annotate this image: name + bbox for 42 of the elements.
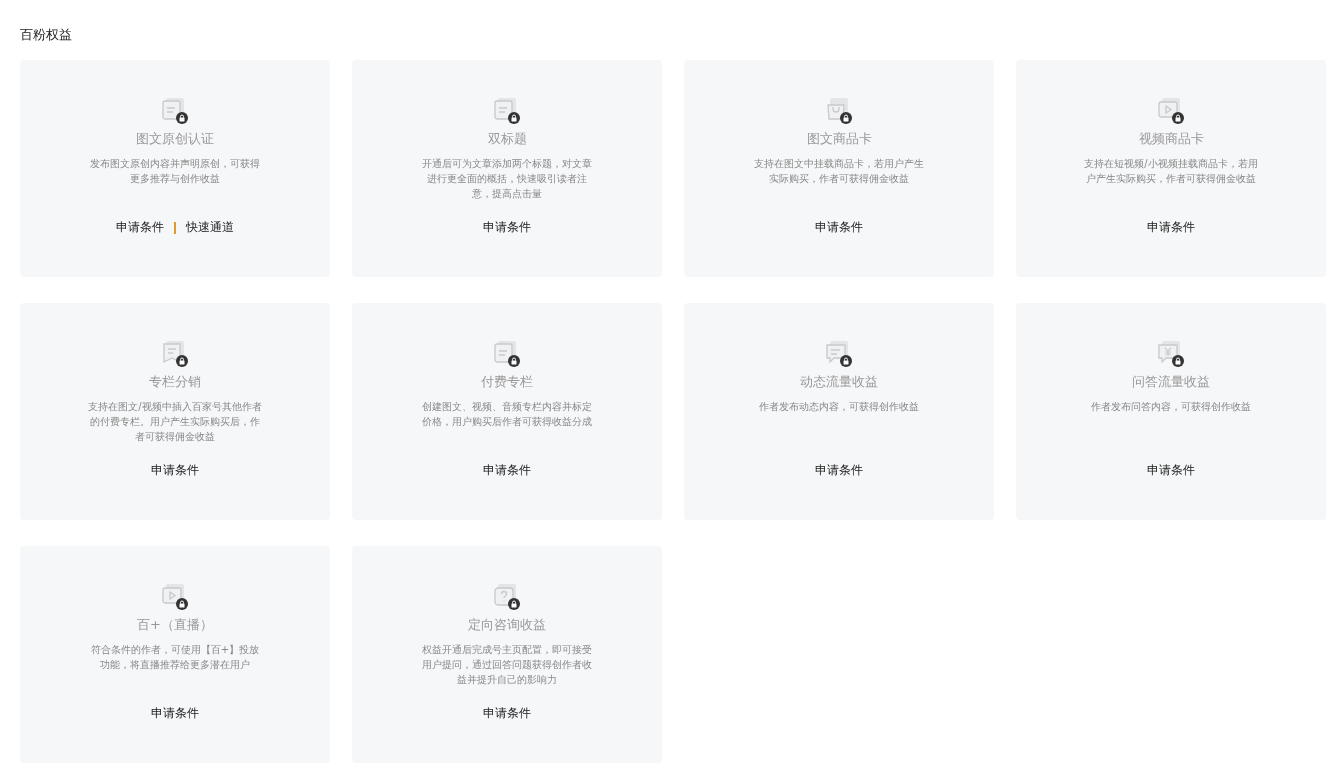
card-link[interactable]: 申请条件 [483,705,531,722]
card-link[interactable]: 申请条件 [815,462,863,479]
card-description: 支持在图文/视频中插入百家号其他作者的付费专栏。用户产生实际购买后，作者可获得佣金收益 [88,400,262,444]
bag-lock-icon [826,98,852,124]
card-link[interactable]: 申请条件 [1147,219,1195,236]
card-link[interactable]: 申请条件 [483,219,531,236]
document-lock-icon [162,98,188,124]
card-link[interactable]: 申请条件 [151,462,199,479]
card-description: 支持在短视频/小视频挂载商品卡，若用户产生实际购买，作者可获得佣金收益 [1084,157,1258,186]
card-title: 图文商品卡 [806,130,872,148]
bookmark-lock-icon [162,341,188,367]
card-link[interactable]: 申请条件 [483,462,531,479]
document-lock-icon [494,98,520,124]
card-link[interactable]: 申请条件 [151,705,199,722]
card-title: 动态流量收益 [800,373,878,391]
card-link[interactable]: 快速通道 [185,219,234,236]
card-link[interactable]: 申请条件 [815,219,863,236]
card-description: 作者发布问答内容，可获得创作收益 [1090,400,1252,414]
card-description: 权益开通后完成号主页配置，即可接受用户提问，通过回答问题获得创作者收益并提升自己的影响力 [421,643,593,687]
video-lock-icon [1158,98,1184,124]
card-description: 作者发布动态内容，可获得创作收益 [758,400,920,414]
card-link[interactable]: 申请条件 [116,219,165,236]
question-lock-icon [494,584,520,610]
card-description: 发布图文原创内容并声明原创，可获得更多推荐与创作收益 [89,157,261,186]
card-title: 定向咨询收益 [468,616,546,634]
chat-yen-lock-icon [1158,341,1184,367]
card-title: 图文原创认证 [136,130,214,148]
video-lock-icon [162,584,188,610]
document-lock-icon [494,341,520,367]
card-link[interactable]: 申请条件 [1147,462,1195,479]
section-title: 百粉权益 [20,26,73,44]
card-title: 付费专栏 [481,373,533,391]
card-description: 开通后可为文章添加两个标题，对文章进行更全面的概括，快速吸引读者注意，提高点击量 [421,157,593,201]
card-title: 视频商品卡 [1138,130,1204,148]
card-description: 符合条件的作者，可使用【百+】投放功能，将直播推荐给更多潜在用户 [89,643,261,672]
card-title: 双标题 [487,130,527,148]
card-description: 支持在图文中挂载商品卡，若用户产生实际购买，作者可获得佣金收益 [753,157,925,186]
card-title: 百+（直播） [137,616,213,634]
chat-lock-icon [826,341,852,367]
card-title: 专栏分销 [149,373,201,391]
card-description: 创建图文、视频、音频专栏内容并标定价格，用户购买后作者可获得收益分成 [421,400,593,429]
card-title: 问答流量收益 [1132,373,1210,391]
